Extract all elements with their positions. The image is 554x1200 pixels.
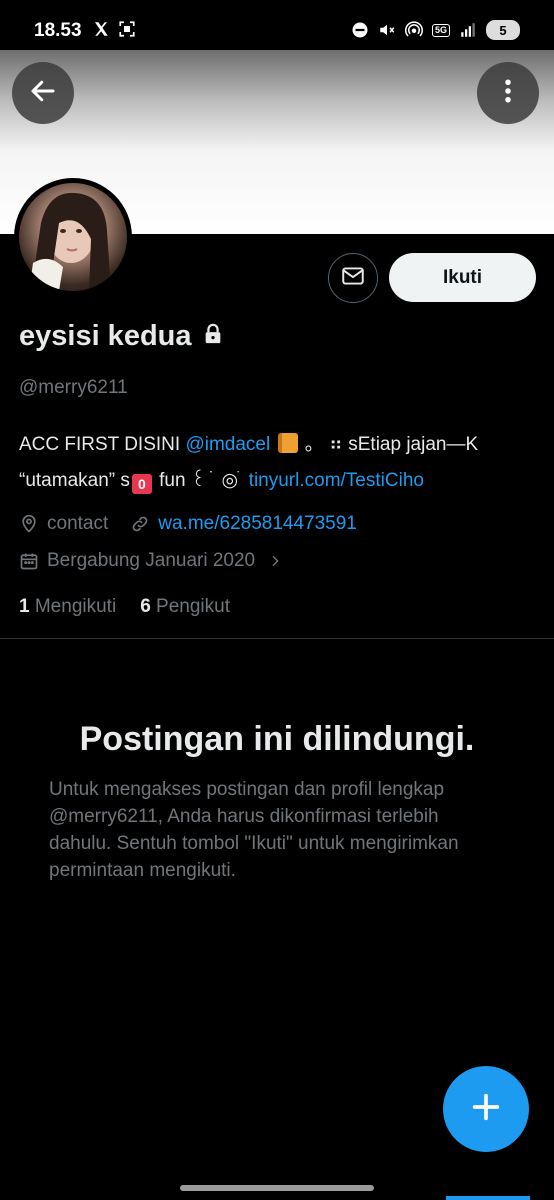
followers-count: 6 (140, 596, 151, 617)
bottom-accent-bar (446, 1196, 530, 1200)
more-vertical-icon (493, 76, 523, 111)
bio-text: fun ꒰ ֹ ֹ ◎ ֹ (153, 470, 249, 491)
battery-level: 5 (499, 22, 507, 38)
hotspot-icon (405, 21, 423, 39)
protected-description: Untuk mengakses postingan dan profil len… (49, 779, 459, 881)
divider (0, 638, 554, 639)
status-bar: 18.53 5G 5 (0, 0, 554, 50)
signal-icon (459, 21, 477, 39)
do-not-disturb-icon (351, 21, 369, 39)
arrow-left-icon (28, 76, 58, 111)
following-link[interactable]: 1 Mengikuti (19, 596, 116, 618)
joined-date-row[interactable]: Bergabung Januari 2020 (19, 550, 283, 572)
calendar-icon (19, 551, 39, 571)
status-left-icons (92, 20, 136, 38)
zero-keycap-emoji-icon: 0 (131, 474, 152, 494)
more-options-button[interactable] (477, 62, 539, 124)
bio-text: “utamakan” s (19, 470, 130, 491)
bio-line-1: ACC FIRST DISINI @imdacel 。 ⠶ sEtiap jaj… (19, 427, 539, 463)
bio-text: ACC FIRST DISINI (19, 434, 186, 455)
status-right-icons: 5G 5 (351, 20, 520, 40)
profile-handle: @merry6211 (19, 377, 128, 398)
screenshot-icon (118, 20, 136, 38)
notebook-emoji-icon (277, 433, 298, 453)
bio-url-link[interactable]: tinyurl.com/TestiCiho (249, 470, 424, 491)
x-logo-icon (92, 20, 110, 38)
profile-bio: ACC FIRST DISINI @imdacel 。 ⠶ sEtiap jaj… (19, 427, 539, 499)
display-name-row: eysisi kedua (19, 320, 224, 353)
compose-button[interactable] (443, 1066, 529, 1152)
profile-website-link[interactable]: wa.me/6285814473591 (158, 513, 357, 535)
mute-icon (378, 21, 396, 39)
profile-location: contact (47, 513, 109, 534)
chevron-right-icon (267, 553, 283, 569)
location-pin-icon (19, 514, 39, 534)
avatar[interactable] (14, 178, 132, 296)
following-label: Mengikuti (34, 596, 117, 617)
bio-line-2: “utamakan” s0 fun ꒰ ֹ ֹ ◎ ֹ tinyurl.com/… (19, 463, 539, 499)
message-button[interactable] (328, 253, 378, 303)
display-name: eysisi kedua (19, 320, 192, 352)
follow-button[interactable]: Ikuti (389, 253, 536, 302)
envelope-icon (340, 263, 366, 294)
network-badge: 5G (431, 21, 450, 39)
protected-title: Postingan ini dilindungi. (79, 720, 475, 758)
link-icon (130, 514, 150, 534)
profile-meta-row: contact wa.me/6285814473591 (19, 513, 357, 535)
following-count: 1 (19, 596, 30, 617)
bio-text: 。 ⠶ sEtiap jajan—K (299, 434, 479, 455)
battery-indicator: 5 (486, 20, 520, 40)
back-button[interactable] (12, 62, 74, 124)
followers-label: Pengikut (156, 596, 230, 617)
bio-mention-link[interactable]: @imdacel (185, 434, 270, 455)
avatar-image (19, 183, 127, 291)
lock-icon (202, 323, 224, 350)
followers-link[interactable]: 6 Pengikut (140, 596, 230, 618)
home-indicator[interactable] (180, 1185, 374, 1191)
joined-date: Bergabung Januari 2020 (47, 550, 256, 571)
follow-counts: 1 Mengikuti 6 Pengikut (19, 596, 230, 618)
status-time: 18.53 (34, 20, 82, 41)
plus-icon (469, 1090, 503, 1129)
